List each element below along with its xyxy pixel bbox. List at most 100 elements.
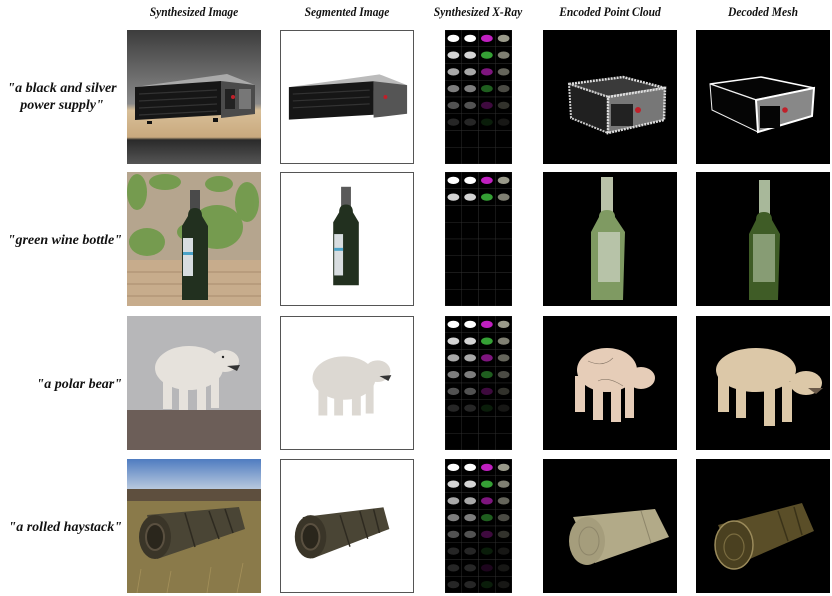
xray-layer-mark bbox=[464, 118, 476, 126]
prompt-line: "a black and silver bbox=[7, 81, 117, 96]
xray-layer-mark bbox=[464, 564, 476, 572]
xray-layer-mark bbox=[497, 34, 510, 43]
xray-layer-mark bbox=[464, 320, 476, 329]
xray-tile bbox=[495, 205, 512, 223]
xray-layer-mark bbox=[481, 118, 493, 126]
xray-tile bbox=[478, 416, 496, 434]
xray-tile bbox=[461, 147, 479, 164]
xray-tile bbox=[445, 238, 462, 256]
xray-layer-mark bbox=[447, 354, 460, 362]
xray-tile bbox=[461, 222, 479, 240]
xray-layer-mark bbox=[447, 337, 460, 345]
xray-layer-mark bbox=[497, 370, 510, 379]
xray-layer-mark bbox=[447, 320, 460, 329]
xray-tile bbox=[461, 130, 479, 148]
xray-tile bbox=[495, 289, 512, 306]
xray-grid-wine-bottle bbox=[445, 172, 512, 306]
xray-tile bbox=[478, 433, 496, 450]
xray-layer-mark bbox=[481, 320, 493, 329]
xray-layer-mark bbox=[447, 387, 460, 396]
xray-tile bbox=[461, 238, 479, 256]
column-header-synthesized-xray: Synthesized X-Ray bbox=[433, 5, 523, 19]
xray-layer-mark bbox=[481, 404, 493, 412]
segmented-image-wine-bottle bbox=[280, 172, 414, 306]
synthesized-image-power-supply bbox=[127, 30, 261, 164]
xray-layer-mark bbox=[481, 480, 493, 488]
xray-layer-mark bbox=[464, 404, 476, 412]
xray-layer-mark bbox=[447, 101, 460, 110]
xray-layer-mark bbox=[497, 118, 510, 126]
xray-tile bbox=[461, 433, 479, 450]
xray-layer-mark bbox=[481, 530, 493, 539]
xray-layer-mark bbox=[497, 354, 510, 362]
xray-layer-mark bbox=[497, 580, 510, 589]
point-cloud-rolled-haystack bbox=[543, 459, 677, 593]
xray-layer-mark bbox=[447, 68, 460, 76]
xray-layer-mark bbox=[464, 513, 476, 522]
decoded-mesh-polar-bear bbox=[696, 316, 830, 450]
xray-tile bbox=[495, 433, 512, 450]
xray-tile bbox=[478, 147, 496, 164]
decoded-mesh-power-supply bbox=[696, 30, 830, 164]
xray-tile bbox=[461, 416, 479, 434]
xray-layer-mark bbox=[464, 547, 476, 555]
xray-layer-mark bbox=[497, 193, 510, 201]
xray-layer-mark bbox=[481, 84, 493, 93]
xray-layer-mark bbox=[481, 463, 493, 472]
xray-layer-mark bbox=[481, 176, 493, 185]
xray-layer-mark bbox=[481, 513, 493, 522]
xray-layer-mark bbox=[464, 580, 476, 589]
xray-layer-mark bbox=[464, 463, 476, 472]
xray-layer-mark bbox=[464, 370, 476, 379]
xray-tile bbox=[495, 255, 512, 273]
xray-layer-mark bbox=[481, 580, 493, 589]
xray-layer-mark bbox=[481, 68, 493, 76]
xray-tile bbox=[445, 222, 462, 240]
xray-layer-mark bbox=[497, 68, 510, 76]
xray-layer-mark bbox=[464, 193, 476, 201]
prompt-rolled-haystack: "a rolled haystack" bbox=[8, 520, 122, 535]
column-header-encoded-point-cloud: Encoded Point Cloud bbox=[559, 5, 661, 19]
xray-tile bbox=[461, 289, 479, 306]
xray-tile bbox=[495, 130, 512, 148]
xray-tile bbox=[478, 238, 496, 256]
xray-layer-mark bbox=[447, 404, 460, 412]
xray-tile bbox=[478, 289, 496, 306]
xray-layer-mark bbox=[497, 497, 510, 505]
xray-layer-mark bbox=[447, 463, 460, 472]
synthesized-image-polar-bear bbox=[127, 316, 261, 450]
xray-layer-mark bbox=[481, 387, 493, 396]
prompt-line: power supply" bbox=[20, 98, 104, 113]
xray-layer-mark bbox=[497, 51, 510, 59]
xray-tile bbox=[478, 130, 496, 148]
xray-layer-mark bbox=[481, 564, 493, 572]
xray-tile bbox=[445, 416, 462, 434]
xray-layer-mark bbox=[447, 193, 460, 201]
xray-tile bbox=[495, 272, 512, 290]
xray-layer-mark bbox=[497, 84, 510, 93]
xray-layer-mark bbox=[481, 101, 493, 110]
xray-layer-mark bbox=[481, 337, 493, 345]
xray-tile bbox=[445, 433, 462, 450]
prompt-power-supply: "a black and silver power supply" bbox=[4, 80, 120, 114]
point-cloud-power-supply bbox=[543, 30, 677, 164]
point-cloud-polar-bear bbox=[543, 316, 677, 450]
xray-layer-mark bbox=[497, 404, 510, 412]
xray-layer-mark bbox=[497, 480, 510, 488]
xray-layer-mark bbox=[481, 34, 493, 43]
xray-tile bbox=[478, 222, 496, 240]
xray-layer-mark bbox=[464, 480, 476, 488]
xray-layer-mark bbox=[447, 547, 460, 555]
xray-layer-mark bbox=[497, 337, 510, 345]
xray-layer-mark bbox=[464, 354, 476, 362]
xray-layer-mark bbox=[464, 176, 476, 185]
xray-layer-mark bbox=[447, 51, 460, 59]
xray-tile bbox=[445, 255, 462, 273]
xray-layer-mark bbox=[464, 84, 476, 93]
xray-layer-mark bbox=[447, 497, 460, 505]
xray-layer-mark bbox=[481, 547, 493, 555]
xray-layer-mark bbox=[481, 354, 493, 362]
xray-layer-mark bbox=[447, 580, 460, 589]
decoded-mesh-rolled-haystack bbox=[696, 459, 830, 593]
xray-tile bbox=[445, 147, 462, 164]
